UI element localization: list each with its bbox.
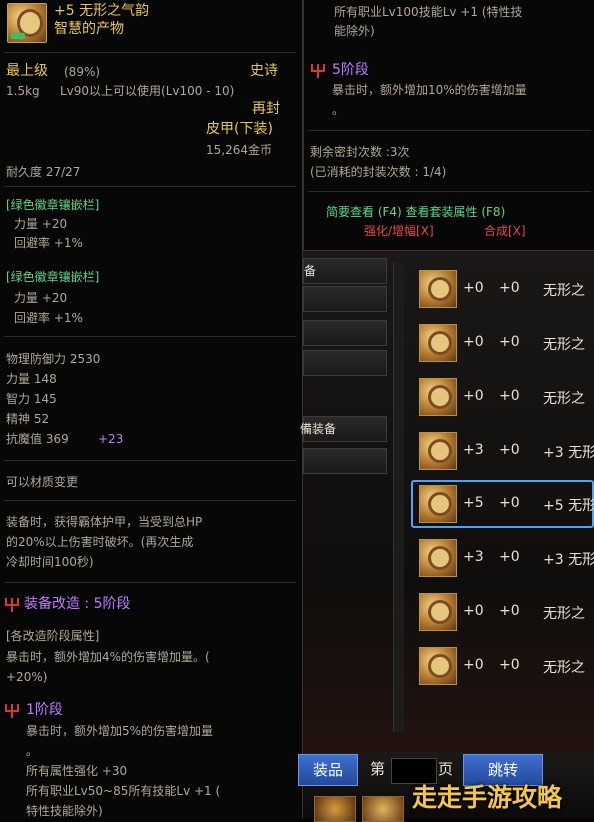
emblem-slot-2-stat: 力量 +20 xyxy=(14,291,68,305)
upgrade-title: 装备改造 : 5阶段 xyxy=(24,596,131,612)
effect-line: 装备时，获得霸体护甲，当受到总HP xyxy=(6,515,203,529)
list-item[interactable]: +0 +0 无形之 xyxy=(411,319,594,367)
item-icon xyxy=(419,378,457,416)
item-name: +5 无形之气韵 xyxy=(54,3,150,19)
side-tab[interactable]: 備装备 xyxy=(300,416,387,442)
item-icon xyxy=(419,647,457,685)
stage1-line: 所有职业Lv50~85所有技能Lv +1 ( xyxy=(26,784,221,798)
stat-magic-res: 抗魔值 369 xyxy=(6,432,69,446)
item-icon xyxy=(419,270,457,308)
emblem-slot-1-stat: 回避率 +1% xyxy=(14,236,83,250)
hint-keys: 简要查看 (F4) 查看套装属性 (F8) xyxy=(326,205,506,219)
item-icon xyxy=(419,539,457,577)
item-durability: 耐久度 27/27 xyxy=(6,165,81,179)
list-item[interactable]: +3 +0 +3 无形 xyxy=(411,427,594,475)
stat-phys-def: 物理防御力 2530 xyxy=(6,352,101,366)
list-item[interactable]: +0 +0 无形之 xyxy=(411,588,594,636)
effect-line: 冷却时间100秒) xyxy=(6,555,94,569)
list-item[interactable]: +0 +0 无形之 xyxy=(411,642,594,690)
item-icon xyxy=(419,324,457,362)
side-tab[interactable] xyxy=(303,350,387,376)
emblem-slot-1-stat: 力量 +20 xyxy=(14,217,68,231)
seal-remaining: 剩余密封次数 :3次 xyxy=(310,145,410,159)
hint-reinforce: 强化/增幅[X] xyxy=(364,224,434,238)
item-type: 皮甲(下装) xyxy=(206,121,273,137)
hint-synth: 合成[X] xyxy=(484,224,526,238)
seal-used: (已消耗的封装次数 : 1/4) xyxy=(310,165,447,179)
list-item-selected[interactable]: +5 +0 +5 无形 xyxy=(411,480,594,528)
item-price: 15,264金币 xyxy=(206,143,272,157)
stat-magic-res-bonus: +23 xyxy=(98,432,124,446)
page-input[interactable] xyxy=(391,758,437,784)
emblem-slot-2-title: [绿色徽章镶嵌栏] xyxy=(6,270,100,284)
effect-line: 的20%以上伤害时破坏。(再次生成 xyxy=(6,535,194,549)
page-label: 第 xyxy=(370,760,386,778)
emblem-slot-2-stat: 回避率 +1% xyxy=(14,311,83,325)
stage1-line: 所有属性强化 +30 xyxy=(26,764,128,778)
item-tooltip-left: +5 无形之气韵 智慧的产物 最上级 (89%) 史诗 1.5kg Lv90以上… xyxy=(0,0,303,819)
list-scrollbar[interactable] xyxy=(393,262,404,732)
item-reseal: 再封 xyxy=(252,101,280,117)
stage5-title: 5阶段 xyxy=(332,62,369,78)
material-change: 可以材质变更 xyxy=(6,475,79,489)
item-subtitle: 智慧的产物 xyxy=(54,21,124,37)
list-item[interactable]: +0 +0 无形之 xyxy=(411,265,594,313)
item-icon xyxy=(419,593,457,631)
side-tab[interactable]: 备 xyxy=(303,258,387,284)
item-grade-pct: (89%) xyxy=(64,65,101,79)
stage-trident-icon xyxy=(310,62,326,78)
item-rarity: 史诗 xyxy=(250,63,278,79)
item-grade: 最上级 xyxy=(6,63,48,79)
item-weight: 1.5kg xyxy=(6,84,40,98)
stat-int: 智力 145 xyxy=(6,392,57,406)
item-icon xyxy=(419,485,457,523)
stage1-line: 特性技能除外) xyxy=(26,804,103,818)
list-item[interactable]: +0 +0 无形之 xyxy=(411,373,594,421)
category-button[interactable]: 装品 xyxy=(298,754,358,786)
stat-str: 力量 148 xyxy=(6,372,57,386)
stage5-line: 暴击时，额外增加10%的伤害增加量 xyxy=(332,83,527,97)
page-label: 页 xyxy=(438,760,454,778)
side-tab[interactable] xyxy=(303,286,387,312)
stage1-line: 暴击时，额外增加5%的伤害增加量 xyxy=(26,724,214,738)
upgrade-line: 暴击时，额外增加4%的伤害增加量。( xyxy=(6,650,210,664)
item-level-req: Lv90以上可以使用(Lv100 - 10) xyxy=(60,84,235,98)
stage-trident-icon xyxy=(4,702,20,718)
tip-line: 能除外) xyxy=(334,24,375,38)
item-icon xyxy=(7,3,47,43)
stage5-line: 。 xyxy=(332,103,345,117)
stage1-title: 1阶段 xyxy=(26,702,63,718)
upgrade-subtitle: [各改造阶段属性] xyxy=(6,629,100,643)
upgrade-trident-icon xyxy=(4,596,20,612)
stage1-line: 。 xyxy=(26,744,39,758)
item-icon xyxy=(419,432,457,470)
item-tooltip-right: 所有职业Lv100技能Lv +1 (特性技 能除外) 5阶段 暴击时，额外增加1… xyxy=(303,0,594,251)
bottom-item-icons xyxy=(300,792,420,822)
list-item[interactable]: +3 +0 +3 无形 xyxy=(411,534,594,582)
watermark: 走走手游攻略 xyxy=(412,783,563,812)
stat-spirit: 精神 52 xyxy=(6,412,50,426)
tip-line: 所有职业Lv100技能Lv +1 (特性技 xyxy=(334,5,523,19)
side-tab[interactable] xyxy=(303,448,387,474)
side-tab[interactable] xyxy=(303,320,387,346)
upgrade-line: +20%) xyxy=(6,670,48,684)
emblem-slot-1-title: [绿色徽章镶嵌栏] xyxy=(6,198,100,212)
